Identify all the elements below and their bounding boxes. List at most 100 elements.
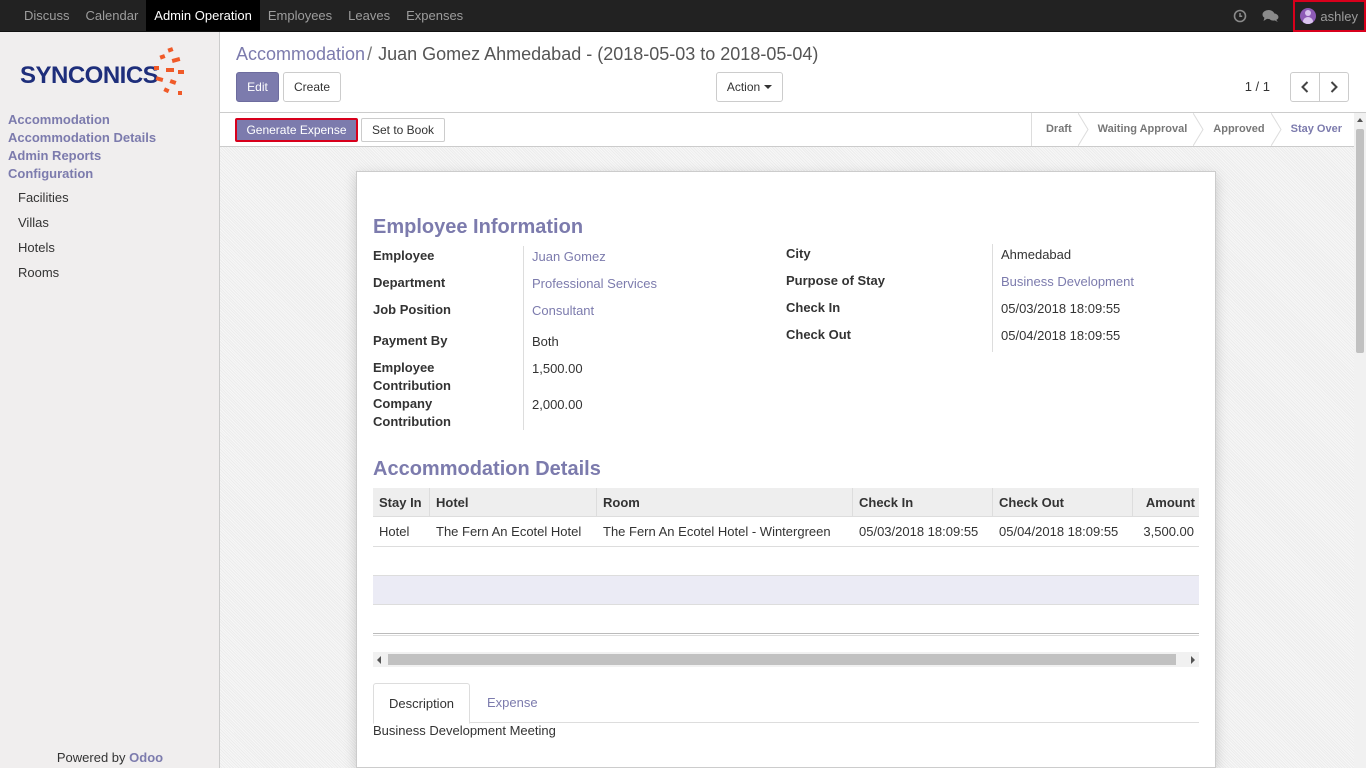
- payment-by-value: Both: [532, 334, 559, 349]
- chat-icon[interactable]: [1255, 0, 1285, 32]
- action-dropdown[interactable]: Action: [716, 72, 783, 102]
- company-logo: SYNCONICS: [20, 46, 190, 98]
- field-divider: [992, 244, 993, 352]
- cell-stay-in[interactable]: Hotel: [373, 517, 430, 546]
- vertical-scrollbar[interactable]: [1354, 113, 1366, 768]
- horizontal-scroll-thumb[interactable]: [388, 654, 1176, 665]
- top-navbar: Discuss Calendar Admin Operation Employe…: [0, 0, 1366, 32]
- clock-icon[interactable]: [1225, 0, 1255, 32]
- employee-contribution-value: 1,500.00: [532, 361, 583, 376]
- check-in-value: 05/03/2018 18:09:55: [1001, 301, 1121, 316]
- breadcrumb-separator: /: [367, 44, 373, 64]
- chevron-right-icon: [1330, 81, 1338, 93]
- powered-by-label: Powered by: [56, 750, 126, 765]
- column-amount[interactable]: Amount: [1133, 488, 1199, 517]
- tab-description[interactable]: Description: [373, 683, 471, 724]
- sidebar-item-configuration[interactable]: Configuration: [8, 166, 93, 181]
- sidebar-item-facilities[interactable]: Facilities: [18, 190, 69, 205]
- payment-by-label: Payment By: [373, 333, 448, 348]
- user-name: ashley: [1320, 8, 1358, 24]
- sidebar-item-accommodation[interactable]: Accommodation: [8, 112, 110, 127]
- caret-down-icon: [764, 85, 773, 89]
- chevron-left-icon: [1301, 81, 1309, 93]
- tab-expense[interactable]: Expense: [472, 683, 553, 723]
- employee-contribution-label: Employee Contribution: [373, 360, 451, 393]
- scroll-left-icon[interactable]: [377, 656, 381, 664]
- form-statusbar: Generate Expense Set to Book Draft Waiti…: [220, 113, 1354, 147]
- horizontal-scrollbar[interactable]: [373, 652, 1199, 667]
- department-value[interactable]: Professional Services: [532, 276, 657, 291]
- sidebar-item-rooms[interactable]: Rooms: [18, 265, 59, 280]
- row-divider: [373, 546, 1199, 547]
- check-out-label: Check Out: [786, 327, 852, 342]
- employee-information-heading: Employee Information: [373, 216, 584, 238]
- department-label: Department: [373, 275, 446, 290]
- empty-table-row: [373, 575, 1199, 605]
- stage-approved[interactable]: Approved: [1199, 113, 1282, 146]
- column-check-out[interactable]: Check Out: [993, 488, 1133, 517]
- control-panel: Accommodation / Juan Gomez Ahmedabad - (20…: [220, 32, 1366, 113]
- set-to-book-button[interactable]: Set to Book: [361, 118, 445, 142]
- avatar: [1300, 8, 1317, 24]
- cell-check-in[interactable]: 05/03/2018 18:09:55: [853, 517, 993, 546]
- stage-draft[interactable]: Draft: [1032, 113, 1089, 146]
- odoo-link[interactable]: Odoo: [129, 750, 163, 765]
- accommodation-table: Stay In Hotel Room Check In Check Out Am…: [373, 488, 1199, 548]
- sidebar: SYNCONICS Accommodation Accommodation De…: [0, 32, 220, 768]
- company-contribution-value: 2,000.00: [532, 397, 583, 412]
- job-position-label: Job Position: [373, 302, 451, 317]
- stage-waiting-approval[interactable]: Waiting Approval: [1084, 113, 1204, 146]
- form-sheet: Employee Information Employee Juan Gomez…: [356, 171, 1216, 768]
- employee-value[interactable]: Juan Gomez: [532, 249, 606, 264]
- menu-admin-operation[interactable]: Admin Operation: [146, 0, 260, 31]
- menu-employees[interactable]: Employees: [260, 0, 340, 31]
- column-check-in[interactable]: Check In: [853, 488, 993, 517]
- app-menu: Discuss Calendar Admin Operation Employe…: [16, 0, 471, 31]
- purpose-of-stay-value[interactable]: Business Development: [1001, 274, 1134, 289]
- menu-expenses[interactable]: Expenses: [398, 0, 471, 31]
- stage-arrow-icon: [1077, 113, 1089, 146]
- stage-stay-over[interactable]: Stay Over: [1277, 113, 1354, 146]
- purpose-of-stay-label: Purpose of Stay: [786, 273, 885, 288]
- company-contribution-label: Company Contribution: [373, 396, 451, 429]
- pager-value[interactable]: 1 / 1: [1245, 79, 1270, 94]
- scroll-up-icon[interactable]: [1357, 118, 1363, 122]
- scroll-thumb[interactable]: [1356, 129, 1364, 353]
- scroll-right-icon[interactable]: [1191, 656, 1195, 664]
- systray: ashley: [1225, 0, 1366, 32]
- pager-previous-button[interactable]: [1290, 72, 1320, 102]
- cell-amount[interactable]: 3,500.00: [1133, 517, 1199, 546]
- cell-hotel[interactable]: The Fern An Ecotel Hotel: [430, 517, 597, 546]
- user-menu[interactable]: ashley: [1293, 0, 1366, 32]
- column-hotel[interactable]: Hotel: [430, 488, 597, 517]
- menu-discuss[interactable]: Discuss: [16, 0, 78, 31]
- action-label: Action: [726, 80, 761, 94]
- generate-expense-button[interactable]: Generate Expense: [235, 118, 358, 142]
- sidebar-item-hotels[interactable]: Hotels: [18, 240, 55, 255]
- job-position-value[interactable]: Consultant: [532, 303, 594, 318]
- sidebar-item-accommodation-details[interactable]: Accommodation Details: [8, 130, 156, 145]
- logo-mark-icon: [154, 47, 184, 95]
- column-stay-in[interactable]: Stay In: [373, 488, 430, 517]
- sidebar-item-admin-reports[interactable]: Admin Reports: [8, 148, 101, 163]
- notebook-tabs: Description Expense: [373, 683, 1199, 724]
- city-value: Ahmedabad: [1001, 247, 1072, 262]
- pager-next-button[interactable]: [1319, 72, 1349, 102]
- employee-label: Employee: [373, 248, 435, 263]
- menu-leaves[interactable]: Leaves: [340, 0, 398, 31]
- cell-room[interactable]: The Fern An Ecotel Hotel - Wintergreen: [597, 517, 853, 546]
- description-text: Business Development Meeting: [373, 723, 556, 738]
- edit-button[interactable]: Edit: [236, 72, 279, 102]
- check-out-value: 05/04/2018 18:09:55: [1001, 328, 1121, 343]
- sidebar-item-villas[interactable]: Villas: [18, 215, 49, 230]
- menu-calendar[interactable]: Calendar: [78, 0, 147, 31]
- stage-arrow-icon: [1270, 113, 1282, 146]
- breadcrumb-accommodation[interactable]: Accommodation: [236, 44, 365, 64]
- table-footer-line: [373, 633, 1199, 636]
- cell-check-out[interactable]: 05/04/2018 18:09:55: [993, 517, 1133, 546]
- create-button[interactable]: Create: [283, 72, 341, 102]
- column-room[interactable]: Room: [597, 488, 853, 517]
- city-label: City: [786, 246, 811, 261]
- stage-arrow-icon: [1193, 113, 1204, 146]
- field-divider: [523, 246, 524, 430]
